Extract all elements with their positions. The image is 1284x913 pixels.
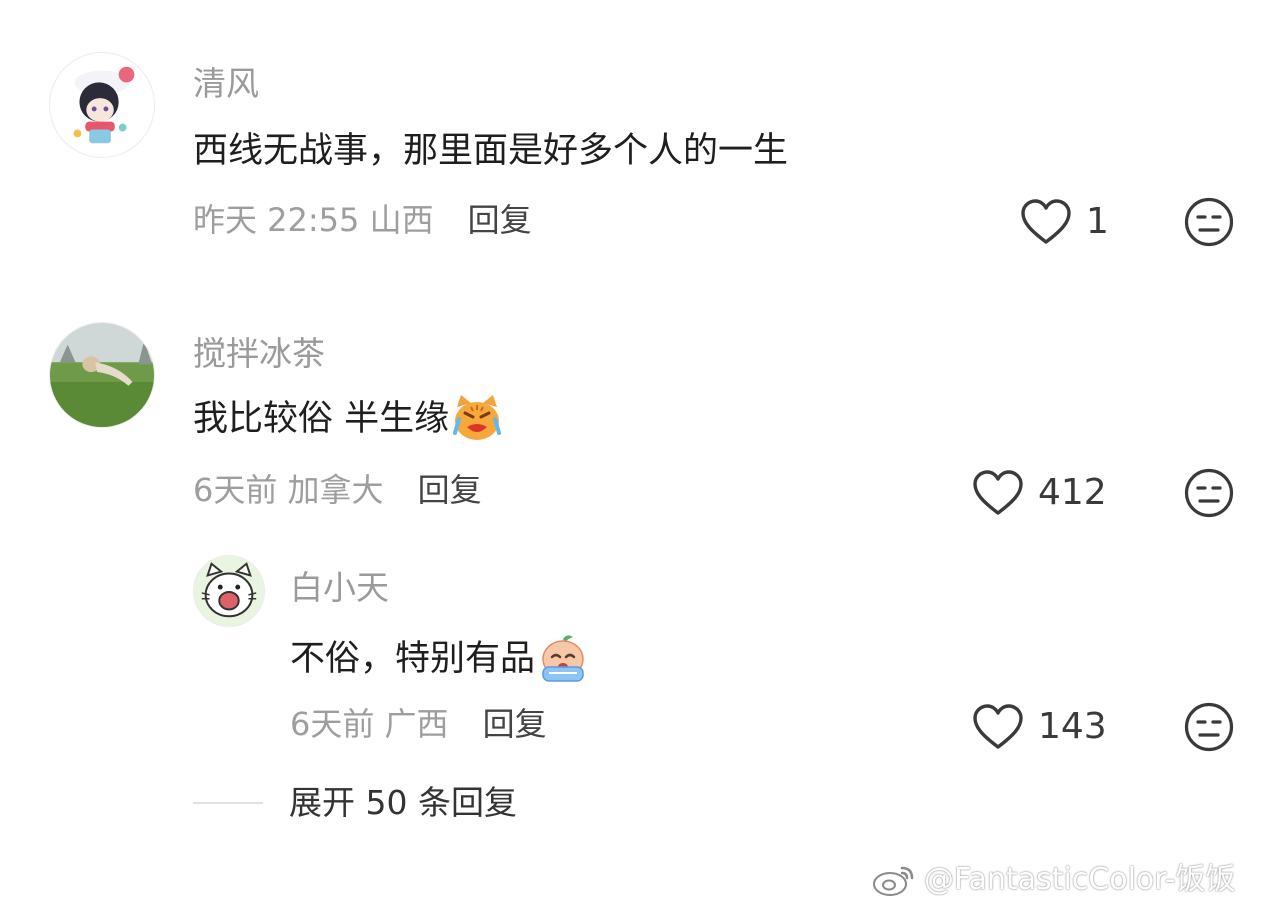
meh-face-icon	[1184, 468, 1234, 518]
dislike-button[interactable]	[1184, 468, 1234, 518]
comment-text: 西线无战事，那里面是好多个人的一生	[193, 134, 788, 169]
username[interactable]: 搅拌冰茶	[193, 337, 325, 370]
avatar[interactable]	[193, 555, 265, 627]
reply-button[interactable]: 回复	[483, 708, 547, 740]
expand-replies-label: 展开 50 条回复	[289, 783, 517, 822]
username[interactable]: 白小天	[290, 571, 389, 604]
like-count: 143	[1038, 706, 1107, 747]
comment-text-content: 我比较俗 半生缘	[193, 398, 450, 439]
like-count: 1	[1086, 201, 1109, 242]
expand-replies-button[interactable]: 展开 50 条回复	[193, 786, 517, 819]
comment-meta: 6天前 广西 回复	[290, 708, 547, 740]
watermark-text: @FantasticColor-饭饭	[924, 862, 1236, 897]
heart-icon	[973, 470, 1023, 515]
crying-face-emoji	[542, 635, 584, 682]
location: 广西	[384, 705, 449, 743]
like-button[interactable]: 412	[972, 470, 1107, 516]
comment-text: 我比较俗 半生缘	[193, 393, 503, 445]
like-button[interactable]: 1	[1020, 199, 1109, 245]
like-count: 412	[1038, 472, 1107, 513]
comment-text-content: 不俗，特别有品	[290, 638, 536, 679]
comment-text-content: 西线无战事，那里面是好多个人的一生	[193, 131, 789, 171]
crying-cat-emoji	[453, 395, 502, 440]
like-button[interactable]: 143	[972, 704, 1107, 750]
dislike-button[interactable]	[1184, 197, 1234, 247]
comment-meta: 6天前 加拿大 回复	[193, 474, 482, 506]
reply-button[interactable]: 回复	[418, 474, 482, 506]
heart-icon	[973, 704, 1023, 749]
dislike-button[interactable]	[1184, 702, 1234, 752]
username[interactable]: 清风	[193, 67, 259, 100]
location: 加拿大	[287, 471, 384, 509]
location: 山西	[369, 201, 434, 239]
watermark: @FantasticColor-饭饭	[872, 862, 1236, 898]
comment-meta: 昨天 22:55 山西 回复	[193, 204, 532, 236]
weibo-logo-icon	[873, 866, 914, 896]
avatar[interactable]	[49, 322, 155, 428]
heart-icon	[1021, 199, 1071, 244]
divider-line	[193, 801, 263, 804]
avatar[interactable]	[49, 52, 155, 158]
timestamp: 6天前	[193, 471, 278, 509]
comment-text: 不俗，特别有品	[290, 633, 589, 685]
timestamp: 6天前	[290, 705, 375, 743]
timestamp: 昨天 22:55	[193, 201, 360, 239]
reply-button[interactable]: 回复	[468, 204, 532, 236]
meh-face-icon	[1184, 197, 1234, 247]
meh-face-icon	[1184, 702, 1234, 752]
